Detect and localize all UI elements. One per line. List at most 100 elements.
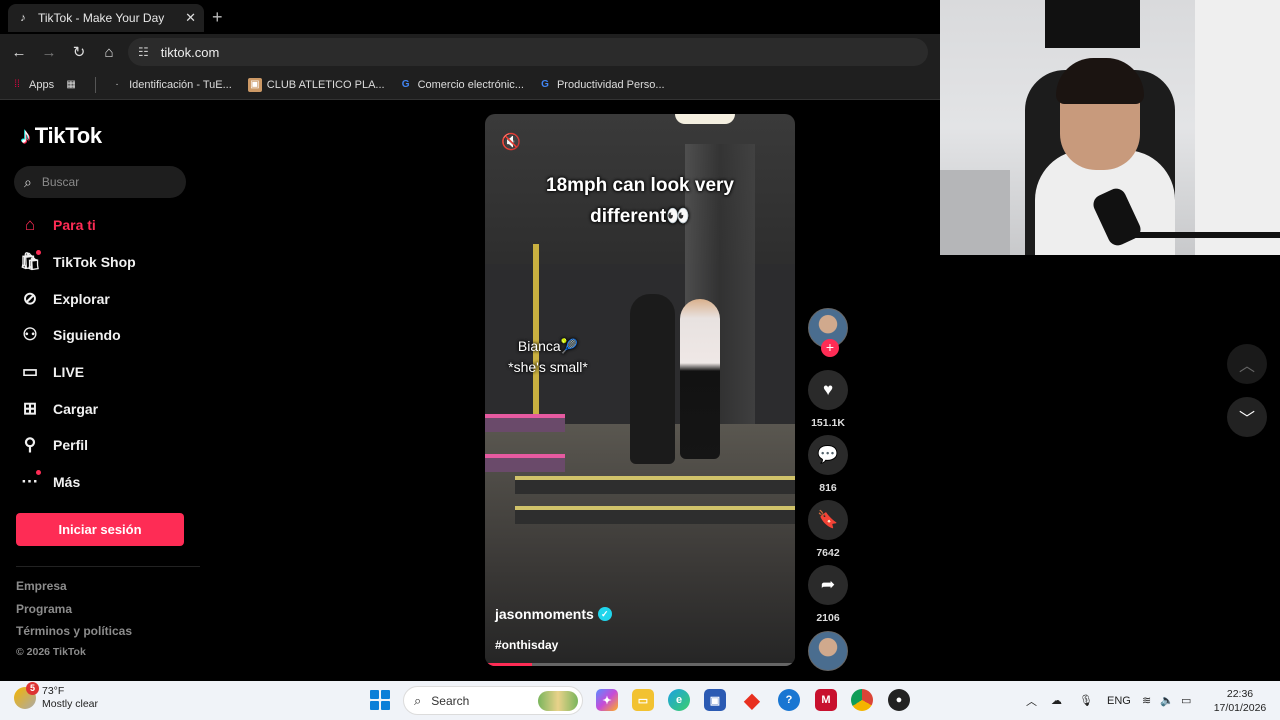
webcam-sofa [940,170,1010,255]
store-icon[interactable]: ▣ [704,689,726,711]
screen: ♪ TikTok - Make Your Day ✕ + ← → ↻ ⌂ ☷ t… [0,0,1280,720]
author-name: jasonmoments [495,606,594,622]
google-icon: G [401,79,410,90]
red-diamond-app-icon[interactable]: ◆ [741,689,763,712]
sidebar-item-perfil[interactable]: ⚲ Perfil [16,427,136,464]
bookmark-comercio[interactable]: G Comercio electrónic... [399,78,524,92]
sidebar-item-label: Perfil [53,437,89,454]
volume-icon[interactable]: 🔈 [1160,681,1174,720]
close-tab-icon[interactable]: ✕ [185,10,196,26]
bookmark-icon: 🔖 [808,500,848,540]
browser-toolbar: ← → ↻ ⌂ ☷ tiktok.com [0,34,940,70]
windows-taskbar: 5 73°F Mostly clear ⌕ Search ✦ ▭ e ▣ ◆ ?… [0,681,1280,720]
chrome-icon[interactable] [851,689,873,711]
following-icon: ⚇ [22,325,38,345]
video-player[interactable]: 🔇 18mph can look very different👀 Bianca🎾… [485,114,795,666]
video-author[interactable]: jasonmoments ✓ [495,606,612,622]
share-button[interactable]: ➦ 2106 [808,565,848,624]
weather-desc: Mostly clear [42,698,99,710]
footer-link-empresa[interactable]: Empresa [16,579,132,602]
follow-plus-icon[interactable]: + [821,339,839,357]
notification-dot [36,470,41,476]
browser-tab-tiktok[interactable]: ♪ TikTok - Make Your Day ✕ [8,4,204,32]
taskbar-clock[interactable]: 22:36 17/01/2026 [1205,687,1275,715]
new-tab-button[interactable]: + [212,7,223,28]
video-side-caption: Bianca🎾 *she's small* [493,336,603,378]
sidebar-item-explorar[interactable]: ⊘ Explorar [16,280,136,317]
comment-button[interactable]: 💬 816 [808,435,848,494]
sidebar-item-cargar[interactable]: ⊞ Cargar [16,390,136,427]
save-button[interactable]: 🔖 7642 [808,500,848,559]
taskbar-search[interactable]: ⌕ Search [403,686,583,715]
weather-moon-cloud-icon: 5 [14,682,39,709]
music-disc-avatar [808,631,848,671]
help-icon[interactable]: ? [778,689,800,711]
tray-overflow-icon[interactable]: ︿ [1026,681,1037,720]
address-bar[interactable]: ☷ tiktok.com [128,38,928,66]
sidebar-item-mas[interactable]: ··· Más [16,464,136,501]
tiktok-sidebar: ♪ TikTok ⌕ Buscar ⌂ Para ti 🛍 TikTok Sho… [0,101,200,681]
bookmark-club-atletico[interactable]: ▣ CLUB ATLETICO PLA... [247,77,385,92]
microphone-icon[interactable]: 🎙 [1079,681,1093,720]
sidebar-item-para-ti[interactable]: ⌂ Para ti [16,207,136,244]
bookmark-label: Productividad Perso... [556,78,665,91]
bookmark-divider [95,76,97,93]
sidebar-item-label: Siguiendo [53,327,121,344]
sidebar-item-tiktok-shop[interactable]: 🛍 TikTok Shop [16,244,136,281]
sidebar-divider [16,566,200,567]
creator-avatar-button[interactable]: + [808,308,848,357]
edge-icon[interactable]: e [668,689,690,711]
video-progress-fill [485,663,532,666]
google-icon: G [541,79,549,90]
caption-line: Bianca🎾 [517,338,579,354]
wifi-icon[interactable]: ≋ [1142,681,1151,720]
upload-icon: ⊞ [22,398,38,418]
reload-icon[interactable]: ↻ [64,37,94,67]
muted-speaker-icon[interactable]: 🔇 [501,132,521,152]
previous-video-button[interactable]: ︿ [1227,344,1267,384]
file-explorer-icon[interactable]: ▭ [632,689,654,711]
live-icon: ▭ [21,362,39,382]
battery-icon[interactable]: ▭ [1181,681,1191,720]
bookmark-apps[interactable]: ⁞⁞ Apps [10,78,54,92]
copilot-icon[interactable]: ✦ [596,689,618,711]
sidebar-item-siguiendo[interactable]: ⚇ Siguiendo [16,317,136,354]
home-button-icon[interactable]: ⌂ [94,37,124,67]
music-avatar-button[interactable] [808,631,848,671]
search-placeholder: Buscar [41,175,80,189]
login-button[interactable]: Iniciar sesión [16,513,184,546]
language-indicator[interactable]: ENG [1107,681,1131,720]
tiktok-logo[interactable]: ♪ TikTok [20,123,102,149]
video-frame-person [630,294,675,464]
obs-icon[interactable]: ● [888,689,910,711]
clock-time: 22:36 [1226,688,1254,700]
forward-icon[interactable]: → [34,37,64,67]
video-hashtag[interactable]: #onthisday [495,638,558,652]
club-crest-icon: ▣ [247,77,262,92]
footer-link-terminos[interactable]: Términos y políticas [16,624,132,647]
sidebar-item-label: Para ti [53,217,96,234]
tab-groups-icon[interactable]: ▦ [64,78,83,92]
caption-line: different👀 [590,206,690,227]
like-button[interactable]: ♥ 151.1K [808,370,848,429]
start-windows-icon[interactable] [370,690,390,710]
footer-link-programa[interactable]: Programa [16,602,132,625]
site-info-icon[interactable]: ☷ [138,45,149,59]
mcafee-icon[interactable]: M [815,689,837,711]
next-video-button[interactable]: ﹀ [1227,397,1267,437]
bookmark-label: Apps [29,78,55,91]
bookmark-identificacion[interactable]: · Identificación - TuE... [110,78,231,92]
weather-badge: 5 [26,682,39,695]
webcam-tv [1045,0,1140,48]
video-progress-bar[interactable] [485,663,795,666]
tiktok-note-icon: ♪ [20,123,31,148]
onedrive-icon[interactable]: ☁ [1051,681,1062,720]
home-icon: ⌂ [24,215,36,235]
video-frame-person [680,299,720,459]
sidebar-item-live[interactable]: ▭ LIVE [16,354,136,391]
search-input[interactable]: ⌕ Buscar [14,166,186,198]
back-icon[interactable]: ← [4,37,34,67]
sidebar-item-label: LIVE [53,364,85,381]
weather-widget[interactable]: 5 73°F Mostly clear [14,682,99,711]
bookmark-productividad[interactable]: G Productividad Perso... [538,78,665,92]
